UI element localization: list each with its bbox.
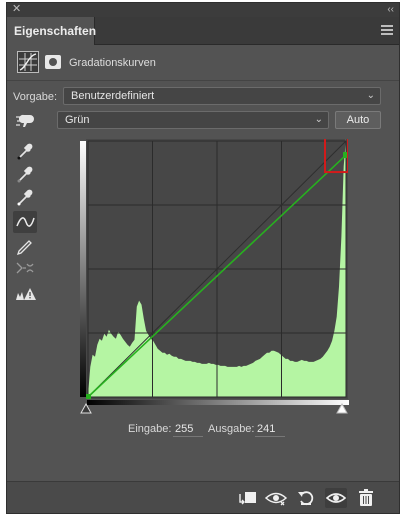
chevron-down-icon: ⌄ [366, 90, 375, 101]
delete-trash-icon[interactable] [355, 488, 377, 508]
chevron-down-icon: ⌄ [314, 114, 323, 125]
layer-mask-icon[interactable] [45, 55, 61, 69]
gray-point-eyedropper-icon[interactable] [13, 163, 37, 185]
output-label: Ausgabe: [208, 423, 255, 435]
clipping-warning-icon[interactable] [13, 283, 37, 305]
collapse-icon[interactable]: ‹‹ [387, 3, 394, 16]
preset-label: Vorgabe: [13, 91, 58, 103]
white-point-eyedropper-icon[interactable] [13, 186, 37, 208]
panel-tab-bar: Eigenschaften [7, 17, 399, 45]
input-value-field[interactable]: 255 [173, 421, 203, 437]
curves-graph[interactable] [86, 139, 348, 399]
curve-points-icon[interactable] [13, 211, 37, 233]
properties-panel: ✕ ‹‹ Eigenschaften Gradationskurven Vorg… [6, 2, 400, 514]
auto-button[interactable]: Auto [335, 111, 381, 129]
panel-top-strip: ✕ ‹‹ [7, 3, 399, 17]
black-point-slider [80, 402, 92, 414]
hand-target-icon[interactable] [13, 110, 37, 132]
adjustment-header: Gradationskurven [7, 45, 399, 81]
input-sliders [80, 402, 348, 414]
reset-icon[interactable] [295, 488, 317, 508]
white-point-slider [336, 402, 348, 414]
smooth-icon[interactable] [13, 257, 37, 279]
panel-footer [7, 481, 399, 513]
clip-to-layer-icon[interactable] [236, 488, 258, 508]
tab-eigenschaften[interactable]: Eigenschaften [7, 17, 96, 45]
curve-point [86, 394, 91, 399]
adjustment-title: Gradationskurven [69, 57, 156, 69]
curves-adjustment-icon[interactable] [17, 51, 39, 73]
channel-select[interactable]: Grün ⌄ [57, 111, 329, 129]
preset-value: Benutzerdefiniert [71, 90, 155, 102]
output-value-field[interactable]: 241 [255, 421, 285, 437]
pencil-icon[interactable] [13, 234, 37, 256]
preset-select[interactable]: Benutzerdefiniert ⌄ [63, 87, 381, 105]
close-icon[interactable]: ✕ [12, 3, 21, 16]
black-point-eyedropper-icon[interactable] [13, 140, 37, 162]
visibility-eye-icon[interactable] [325, 488, 347, 508]
view-previous-state-icon[interactable] [265, 488, 287, 508]
input-label: Eingabe: [128, 423, 172, 435]
panel-menu-icon[interactable] [381, 25, 393, 35]
channel-value: Grün [65, 114, 90, 126]
